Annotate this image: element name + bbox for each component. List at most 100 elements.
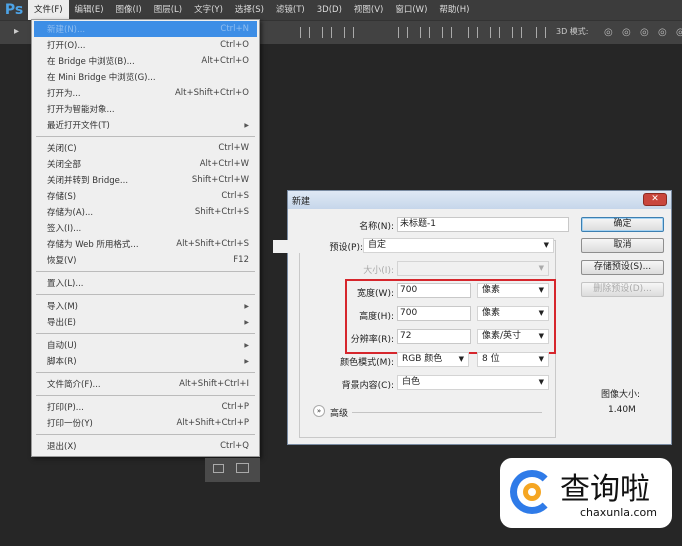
menu-item[interactable]: 最近打开文件(T) ▶ bbox=[32, 117, 259, 133]
bit-depth-value: 8 位 bbox=[482, 354, 500, 364]
3d-tool-icon[interactable]: ◎ bbox=[658, 27, 667, 38]
menu-item[interactable]: 存储为 Web 所用格式... Alt+Shift+Ctrl+S bbox=[32, 236, 259, 252]
submenu-arrow-icon: ▶ bbox=[244, 302, 249, 310]
resolution-unit-select[interactable]: 像素/英寸 ▼ bbox=[477, 329, 549, 344]
menu-item[interactable]: 脚本(R) ▶ bbox=[32, 353, 259, 369]
menu-item[interactable]: 文件简介(F)... Alt+Shift+Ctrl+I bbox=[32, 376, 259, 392]
chevron-down-icon: ▼ bbox=[538, 286, 544, 294]
align-icon[interactable] bbox=[512, 27, 522, 38]
menu-0[interactable]: 文件(F) bbox=[28, 0, 69, 20]
menu-item[interactable]: 导出(E) ▶ bbox=[32, 314, 259, 330]
menu-item[interactable]: 打开为... Alt+Shift+Ctrl+O bbox=[32, 85, 259, 101]
menu-item[interactable]: 存储为(A)... Shift+Ctrl+S bbox=[32, 204, 259, 220]
ok-button[interactable]: 确定 bbox=[581, 217, 664, 232]
image-size-label: 图像大小: bbox=[601, 390, 641, 400]
menu-item[interactable]: 打开(O)... Ctrl+O bbox=[32, 37, 259, 53]
screen-mode-icon[interactable] bbox=[213, 464, 224, 473]
save-preset-button[interactable]: 存储预设(S)... bbox=[581, 260, 664, 275]
menu-item-label: 打开为智能对象... bbox=[47, 105, 115, 115]
menu-item-shortcut: Alt+Ctrl+O bbox=[201, 56, 249, 66]
width-input[interactable]: 700 bbox=[397, 283, 471, 298]
menu-item-shortcut: Ctrl+W bbox=[218, 143, 249, 153]
menu-5[interactable]: 选择(S) bbox=[229, 0, 270, 20]
bit-depth-select[interactable]: 8 位 ▼ bbox=[477, 352, 549, 367]
submenu-arrow-icon: ▶ bbox=[244, 341, 249, 349]
menu-separator bbox=[36, 333, 255, 334]
preset-select[interactable]: 自定 ▼ bbox=[363, 238, 554, 253]
menu-item[interactable]: 在 Bridge 中浏览(B)... Alt+Ctrl+O bbox=[32, 53, 259, 69]
menu-3[interactable]: 图层(L) bbox=[148, 0, 188, 20]
cancel-button[interactable]: 取消 bbox=[581, 238, 664, 253]
menu-item-label: 文件简介(F)... bbox=[47, 380, 101, 390]
size-select[interactable]: ▼ bbox=[397, 261, 549, 276]
menu-item[interactable]: 自动(U) ▶ bbox=[32, 337, 259, 353]
menu-bar: Ps 文件(F) 编辑(E) 图像(I) 图层(L) 文字(Y) 选择(S) 滤镜(T) 3D… bbox=[0, 0, 682, 20]
menu-item[interactable]: 关闭并转到 Bridge... Shift+Ctrl+W bbox=[32, 172, 259, 188]
height-unit-select[interactable]: 像素 ▼ bbox=[477, 306, 549, 321]
menu-item[interactable]: 新建(N)... Ctrl+N bbox=[34, 21, 257, 37]
close-button[interactable]: ✕ bbox=[643, 193, 667, 206]
dialog-title: 新建 bbox=[292, 197, 311, 207]
menu-item[interactable]: 签入(I)... bbox=[32, 220, 259, 236]
menu-item-shortcut: Ctrl+Q bbox=[220, 441, 249, 451]
menu-item-shortcut: Alt+Shift+Ctrl+O bbox=[174, 88, 249, 98]
menu-2[interactable]: 图像(I) bbox=[110, 0, 148, 20]
align-icon[interactable] bbox=[398, 27, 408, 38]
menu-1[interactable]: 编辑(E) bbox=[69, 0, 110, 20]
menu-item-shortcut: Alt+Shift+Ctrl+S bbox=[176, 239, 249, 249]
width-unit-select[interactable]: 像素 ▼ bbox=[477, 283, 549, 298]
align-icon[interactable] bbox=[420, 27, 430, 38]
chevron-down-icon: ▼ bbox=[538, 378, 544, 386]
menu-item-label: 存储为(A)... bbox=[47, 208, 94, 218]
delete-preset-button[interactable]: 删除预设(D)... bbox=[581, 282, 664, 297]
color-mode-select[interactable]: RGB 颜色 ▼ bbox=[397, 352, 469, 367]
menu-10[interactable]: 帮助(H) bbox=[433, 0, 475, 20]
menu-9[interactable]: 窗口(W) bbox=[389, 0, 433, 20]
resolution-unit: 像素/英寸 bbox=[482, 331, 522, 341]
menu-7[interactable]: 3D(D) bbox=[311, 0, 348, 20]
menu-item[interactable]: 退出(X) Ctrl+Q bbox=[32, 438, 259, 454]
align-icon[interactable] bbox=[536, 27, 546, 38]
menu-item-label: 关闭(C) bbox=[47, 144, 77, 154]
menu-8[interactable]: 视图(V) bbox=[348, 0, 389, 20]
menu-item-label: 打印一份(Y) bbox=[47, 419, 93, 429]
menu-item[interactable]: 置入(L)... bbox=[32, 275, 259, 291]
expand-advanced-icon[interactable]: » bbox=[313, 405, 325, 417]
height-input[interactable]: 700 bbox=[397, 306, 471, 321]
chevron-down-icon: ▼ bbox=[538, 309, 544, 317]
menu-item[interactable]: 打印一份(Y) Alt+Shift+Ctrl+P bbox=[32, 415, 259, 431]
menu-item-label: 在 Bridge 中浏览(B)... bbox=[47, 57, 135, 67]
menu-item[interactable]: 恢复(V) F12 bbox=[32, 252, 259, 268]
align-icon[interactable] bbox=[442, 27, 452, 38]
align-icon[interactable] bbox=[300, 27, 310, 38]
3d-tool-icon[interactable]: ◎ bbox=[676, 27, 682, 38]
menu-item-shortcut: Alt+Shift+Ctrl+I bbox=[179, 379, 249, 389]
menu-4[interactable]: 文字(Y) bbox=[188, 0, 229, 20]
menu-item[interactable]: 打开为智能对象... bbox=[32, 101, 259, 117]
menu-separator bbox=[36, 395, 255, 396]
resolution-input[interactable]: 72 bbox=[397, 329, 471, 344]
align-icon[interactable] bbox=[322, 27, 332, 38]
menu-item-label: 导出(E) bbox=[47, 318, 77, 328]
align-icon[interactable] bbox=[344, 27, 354, 38]
menu-item[interactable]: 关闭(C) Ctrl+W bbox=[32, 140, 259, 156]
align-icon[interactable] bbox=[468, 27, 478, 38]
submenu-arrow-icon: ▶ bbox=[244, 357, 249, 365]
menu-item[interactable]: 打印(P)... Ctrl+P bbox=[32, 399, 259, 415]
move-tool-icon[interactable]: ▸ bbox=[14, 26, 19, 37]
menu-6[interactable]: 滤镜(T) bbox=[270, 0, 311, 20]
watermark-url: chaxunla.com bbox=[580, 506, 657, 519]
3d-tool-icon[interactable]: ◎ bbox=[604, 27, 613, 38]
submenu-arrow-icon: ▶ bbox=[244, 121, 249, 129]
align-icon[interactable] bbox=[490, 27, 500, 38]
3d-tool-icon[interactable]: ◎ bbox=[622, 27, 631, 38]
menu-item[interactable]: 导入(M) ▶ bbox=[32, 298, 259, 314]
arrange-documents-icon[interactable] bbox=[236, 463, 249, 473]
background-select[interactable]: 白色 ▼ bbox=[397, 375, 549, 390]
width-unit: 像素 bbox=[482, 285, 501, 295]
menu-item[interactable]: 在 Mini Bridge 中浏览(G)... bbox=[32, 69, 259, 85]
menu-item[interactable]: 关闭全部 Alt+Ctrl+W bbox=[32, 156, 259, 172]
name-input[interactable]: 未标题-1 bbox=[397, 217, 569, 232]
menu-item[interactable]: 存储(S) Ctrl+S bbox=[32, 188, 259, 204]
3d-tool-icon[interactable]: ◎ bbox=[640, 27, 649, 38]
